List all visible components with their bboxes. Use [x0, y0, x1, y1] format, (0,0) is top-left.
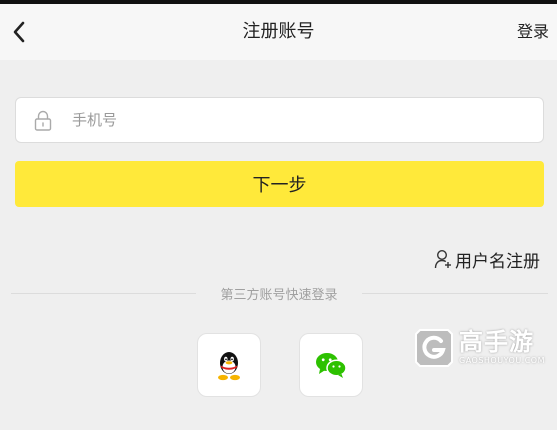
chevron-left-icon [13, 21, 25, 43]
lock-icon [34, 110, 52, 131]
watermark-brand: 高手游 [459, 328, 534, 356]
wechat-icon [316, 353, 347, 378]
user-add-icon [434, 249, 451, 269]
page-title: 注册账号 [242, 21, 315, 42]
gaoshouyou-logo-icon [415, 329, 453, 367]
third-party-login-label: 第三方账号快速登录 [220, 288, 338, 303]
wechat-login-button[interactable] [299, 333, 363, 397]
back-button[interactable] [4, 14, 34, 50]
divider-right [362, 293, 548, 294]
login-link[interactable]: 登录 [517, 4, 549, 60]
qq-icon [218, 352, 240, 381]
username-register-label: 用户名注册 [455, 251, 540, 272]
divider-left [11, 293, 196, 294]
phone-field[interactable] [15, 97, 544, 143]
username-register-link[interactable]: 用户名注册 [434, 245, 540, 273]
next-step-button[interactable]: 下一步 [15, 161, 544, 207]
watermark: 高手游 GAOSHOUYOU.COM [414, 326, 548, 370]
qq-login-button[interactable] [197, 333, 261, 397]
navigation-bar: 注册账号 登录 [0, 4, 557, 60]
watermark-site: GAOSHOUYOU.COM [459, 356, 546, 365]
phone-input[interactable] [72, 98, 532, 142]
